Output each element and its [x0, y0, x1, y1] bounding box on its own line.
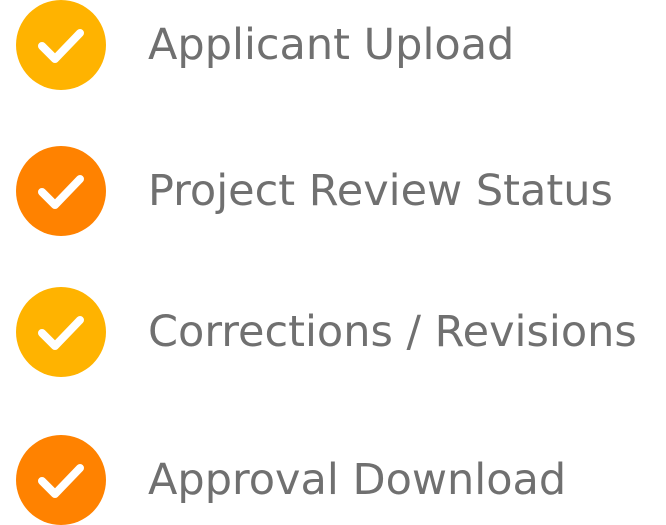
feature-list: Applicant Upload Project Review Status C…: [0, 0, 666, 525]
feature-item-approval-download: Approval Download: [16, 435, 566, 525]
feature-label: Approval Download: [148, 454, 567, 505]
check-circle-icon: [16, 0, 106, 90]
feature-item-corrections-revisions: Corrections / Revisions: [16, 287, 637, 377]
feature-label: Applicant Upload: [148, 19, 515, 70]
check-circle-bg: [16, 287, 106, 377]
check-circle-bg: [16, 146, 106, 236]
feature-label: Corrections / Revisions: [148, 306, 637, 357]
check-circle-icon: [16, 287, 106, 377]
feature-item-applicant-upload: Applicant Upload: [16, 0, 514, 90]
feature-label: Project Review Status: [148, 165, 613, 216]
feature-item-project-review-status: Project Review Status: [16, 146, 613, 236]
check-circle-bg: [16, 435, 106, 525]
check-circle-icon: [16, 435, 106, 525]
check-circle-bg: [16, 0, 106, 90]
check-circle-icon: [16, 146, 106, 236]
